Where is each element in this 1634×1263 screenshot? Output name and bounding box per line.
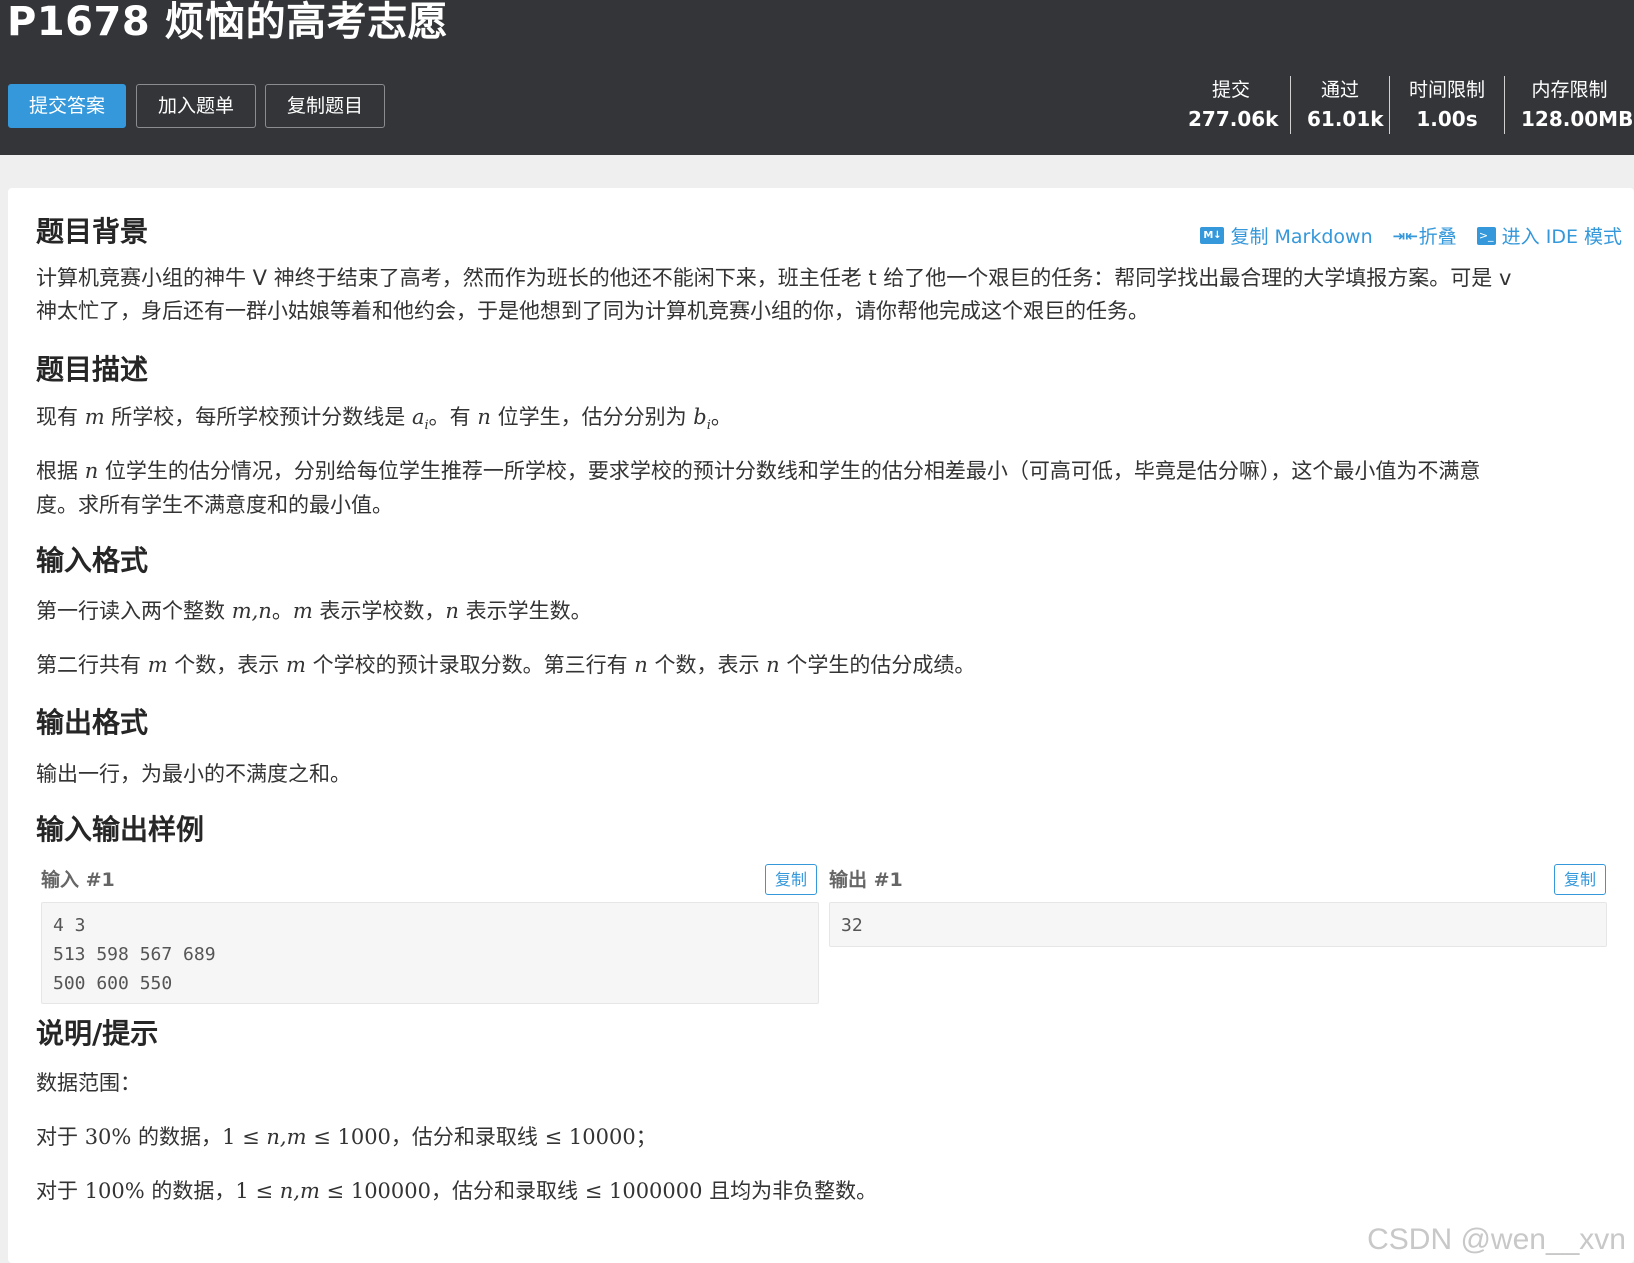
stat-submissions-label: 提交 [1211, 79, 1250, 101]
problem-title: P1678 烦恼的高考志愿 [7, 0, 449, 45]
description-paragraph-1: 现有 m 所学校，每所学校预计分数线是 ai。有 n 位学生，估分分别为 bi。 [36, 405, 732, 434]
add-to-list-button[interactable]: 加入题单 [136, 84, 256, 128]
stat-memory-limit: 内存限制 128.00MB [1504, 76, 1634, 134]
background-heading: 题目背景 [36, 215, 149, 248]
background-line-2: 神太忙了，身后还有一群小姑娘等着和他约会，于是他想到了同为计算机竞赛小组的你，请… [36, 299, 1149, 323]
sample-input-line: 500 600 550 [53, 973, 173, 994]
sample-input-box: 4 3 513 598 567 689 500 600 550 [41, 902, 819, 1004]
hint-heading: 说明/提示 [36, 1017, 159, 1050]
stat-time-limit-label: 时间限制 [1408, 79, 1485, 101]
content-toolbar: M↓ 复制 Markdown ⇥⇤ 折叠 >_ 进入 IDE 模式 [1200, 222, 1622, 249]
markdown-icon: M↓ [1200, 227, 1225, 244]
problem-header: P1678 烦恼的高考志愿 提交答案 加入题单 复制题目 提交 277.06k … [0, 0, 1634, 155]
submit-answer-button[interactable]: 提交答案 [8, 84, 126, 128]
ide-mode-label: 进入 IDE 模式 [1501, 226, 1622, 248]
sample-input-line: 4 3 [53, 915, 86, 936]
copy-problem-button[interactable]: 复制题目 [265, 84, 385, 128]
terminal-icon: >_ [1476, 226, 1496, 245]
input-format-paragraph-1: 第一行读入两个整数 m,n。m 表示学校数，n 表示学生数。 [36, 599, 592, 623]
sample-input-line: 513 598 567 689 [53, 944, 216, 965]
copy-input-button[interactable]: 复制 [765, 864, 817, 895]
copy-markdown-label: 复制 Markdown [1230, 226, 1373, 248]
stat-time-limit: 时间限制 1.00s [1389, 76, 1504, 134]
copy-output-button[interactable]: 复制 [1554, 864, 1606, 895]
input-format-paragraph-2: 第二行共有 m 个数，表示 m 个学校的预计录取分数。第三行有 n 个数，表示 … [36, 653, 976, 677]
stat-memory-limit-value: 128.00MB [1521, 107, 1634, 131]
problem-content-card: M↓ 复制 Markdown ⇥⇤ 折叠 >_ 进入 IDE 模式 题目背景 计… [8, 188, 1634, 1263]
background-line-1: 计算机竞赛小组的神牛 V 神终于结束了高考，然而作为班长的他还不能闲下来，班主任… [36, 266, 1512, 290]
stat-submissions: 提交 277.06k [1172, 76, 1290, 134]
stat-accepted-value: 61.01k [1307, 107, 1384, 131]
ide-mode-link[interactable]: >_ 进入 IDE 模式 [1476, 222, 1622, 249]
copy-markdown-link[interactable]: M↓ 复制 Markdown [1200, 222, 1373, 249]
hint-range-30: 对于 30% 的数据，1 ≤ n,m ≤ 1000，估分和录取线 ≤ 10000… [36, 1125, 657, 1149]
description-paragraph-2-cont: 度。求所有学生不满意度和的最小值。 [36, 493, 393, 517]
input-format-heading: 输入格式 [36, 544, 149, 577]
stat-accepted: 通过 61.01k [1290, 76, 1389, 134]
stat-submissions-value: 277.06k [1188, 107, 1279, 131]
description-paragraph-2: 根据 n 位学生的估分情况，分别给每位学生推荐一所学校，要求学校的预计分数线和学… [36, 459, 1481, 483]
stat-time-limit-value: 1.00s [1416, 107, 1478, 131]
output-format-paragraph: 输出一行，为最小的不满度之和。 [36, 762, 351, 786]
stat-accepted-label: 通过 [1320, 79, 1359, 101]
sample-output-box: 32 [829, 902, 1607, 947]
fold-label: 折叠 [1418, 226, 1457, 248]
output-format-heading: 输出格式 [36, 706, 149, 739]
description-heading: 题目描述 [36, 353, 149, 386]
sample-output-label: 输出 #1 [829, 869, 903, 891]
csdn-watermark: CSDN @wen__xvn [1367, 1223, 1626, 1256]
fold-link[interactable]: ⇥⇤ 折叠 [1393, 222, 1457, 249]
hint-range-100: 对于 100% 的数据，1 ≤ n,m ≤ 100000，估分和录取线 ≤ 10… [36, 1179, 878, 1203]
sample-input-label: 输入 #1 [41, 869, 115, 891]
hint-range-label: 数据范围： [36, 1071, 141, 1095]
stat-memory-limit-label: 内存限制 [1531, 79, 1608, 101]
fold-icon: ⇥⇤ [1392, 226, 1418, 245]
problem-stats: 提交 277.06k 通过 61.01k 时间限制 1.00s 内存限制 128… [1172, 76, 1634, 134]
samples-heading: 输入输出样例 [36, 813, 205, 846]
sample-output-line: 32 [841, 915, 863, 936]
